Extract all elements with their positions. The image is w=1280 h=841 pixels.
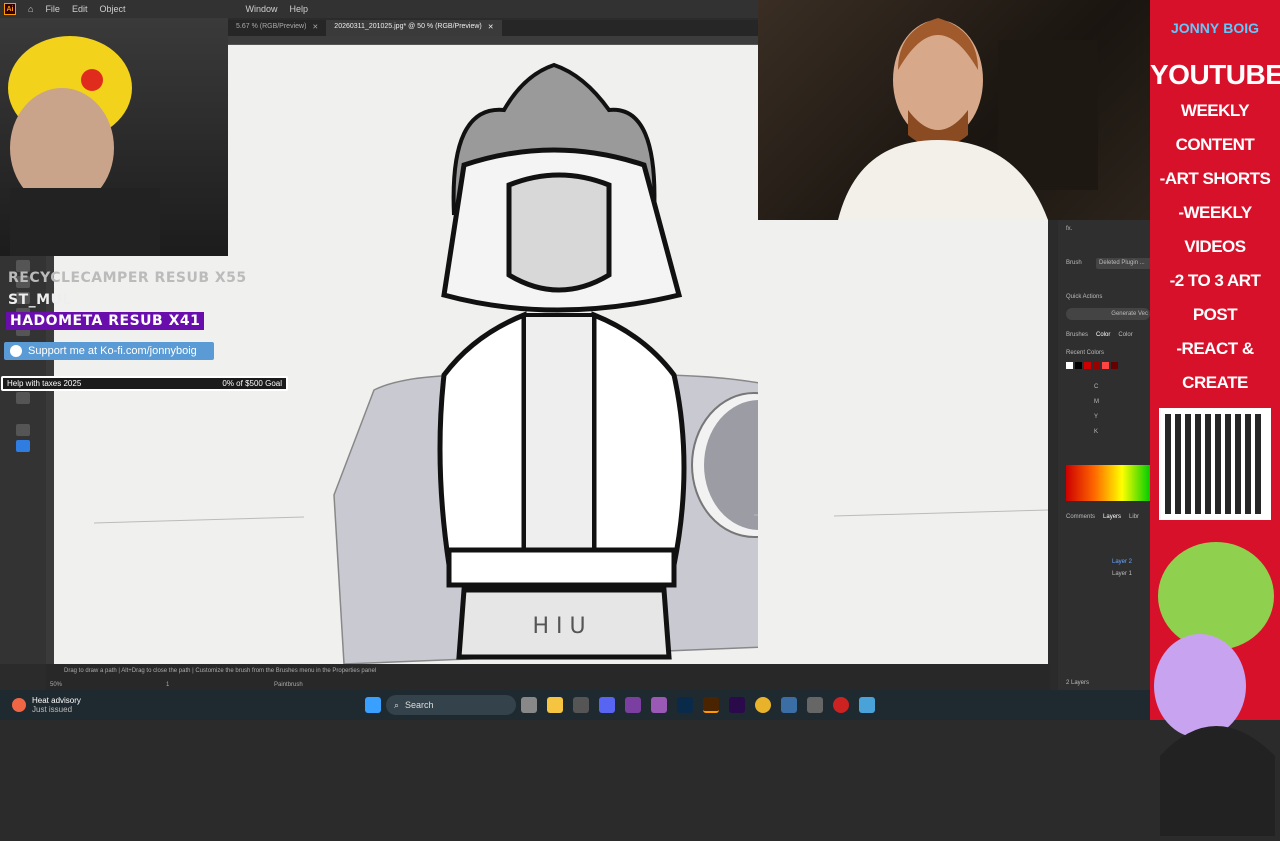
warning-icon (12, 698, 26, 712)
illustrator-logo: Ai (4, 3, 16, 15)
more-tools-icon[interactable] (16, 424, 30, 436)
kofi-cup-icon (10, 345, 22, 357)
layer-count: 2 Layers (1066, 680, 1090, 686)
webcam-image (838, 18, 1098, 220)
weather-subtitle: Just issued (32, 705, 73, 714)
generate-vector-button[interactable]: Generate Vec (1066, 308, 1150, 320)
belt-lettering: H I U (532, 614, 585, 639)
tab-document-2[interactable]: 20260311_201025.jpg* @ 50 % (RGB/Preview… (326, 20, 502, 36)
layer-row[interactable]: Layer 2 (1112, 556, 1132, 568)
obs-icon[interactable] (833, 697, 849, 713)
tab-color-guide[interactable]: Color (1118, 332, 1132, 338)
qr-code (1159, 408, 1271, 520)
app-icon[interactable] (807, 697, 823, 713)
home-icon[interactable]: ⌂ (22, 4, 39, 14)
fx-label: fx. (1066, 226, 1073, 232)
brush-dropdown[interactable]: Deleted Plugin ... (1096, 258, 1152, 269)
recent-colors-label: Recent Colors (1066, 350, 1105, 356)
properties-panel: fx. Brush Deleted Plugin ... Quick Actio… (1058, 220, 1152, 690)
status-hint: Drag to draw a path | Alt+Drag to close … (64, 668, 377, 674)
tab-layers[interactable]: Layers (1103, 514, 1121, 520)
cmyk-m: M (1094, 399, 1099, 405)
search-label: Search (405, 700, 434, 710)
close-icon[interactable]: ✕ (312, 23, 318, 33)
menu-help[interactable]: Help (284, 4, 315, 14)
windows-start-icon[interactable] (365, 697, 381, 713)
app-icon[interactable] (651, 697, 667, 713)
discord-icon[interactable] (599, 697, 615, 713)
tab-color[interactable]: Color (1096, 332, 1110, 338)
artboard-number[interactable]: 1 (166, 682, 169, 688)
illustrator-icon[interactable] (703, 697, 719, 713)
premiere-icon[interactable] (729, 697, 745, 713)
goal-label: Help with taxes 2025 (7, 379, 82, 388)
brand-name-2: BOIG (1223, 20, 1259, 36)
task-view-icon[interactable] (521, 697, 537, 713)
tab-brushes[interactable]: Brushes (1066, 332, 1088, 338)
weather-title: Heat advisory (32, 696, 81, 705)
quick-actions-label: Quick Actions (1066, 294, 1103, 300)
sub-alert-1: RECYCLECAMPER RESUB X55 (8, 270, 247, 286)
close-icon[interactable]: ✕ (488, 23, 494, 33)
banner-line: -WEEKLY VIDEOS (1178, 203, 1252, 256)
cmyk-y: Y (1094, 414, 1099, 420)
document-tabs: 5.67 % (RGB/Preview) ✕ 20260311_201025.j… (228, 20, 758, 36)
banner-line-youtube: YOUTUBE (1150, 59, 1280, 90)
layer-row[interactable]: Layer 1 (1112, 568, 1132, 580)
cmyk-sliders[interactable]: C M Y K (1094, 380, 1099, 440)
chrome-icon[interactable] (755, 697, 771, 713)
webcam-image (8, 36, 160, 256)
file-explorer-icon[interactable] (547, 697, 563, 713)
tab-label: 20260311_201025.jpg* @ 50 % (RGB/Preview… (334, 23, 482, 30)
sub-alert-3: HADOMETA RESUB X41 (6, 312, 205, 330)
current-tool-label: Paintbrush (274, 682, 303, 688)
brand-logo: JONNY BOIG (1150, 0, 1280, 56)
youtube-promo-banner: JONNY BOIG YOUTUBE WEEKLY CONTENT -ART S… (1150, 0, 1280, 836)
banner-line: WEEKLY CONTENT (1175, 101, 1255, 154)
banner-line: -ART SHORTS (1159, 169, 1271, 188)
windows-taskbar: Heat advisory Just issued ⌕ Search (0, 690, 1150, 720)
app-icon[interactable] (625, 697, 641, 713)
horizontal-ruler (228, 36, 758, 45)
menu-window[interactable]: Window (239, 4, 283, 14)
brush-label: Brush (1066, 260, 1082, 266)
zoom-level[interactable]: 50% (50, 682, 62, 688)
photoshop-icon[interactable] (677, 697, 693, 713)
kofi-text: Support me at Ko-fi.com/jonnyboig (28, 345, 197, 357)
brand-name-1: JONNY (1170, 20, 1220, 36)
search-icon: ⌕ (394, 699, 400, 710)
webcam-streamer-2 (758, 0, 1150, 220)
kofi-banner: Support me at Ko-fi.com/jonnyboig (4, 342, 214, 360)
tab-label: 5.67 % (RGB/Preview) (236, 23, 307, 30)
search-bar[interactable]: ⌕ Search (386, 695, 516, 715)
status-bar: Drag to draw a path | Alt+Drag to close … (46, 664, 1050, 690)
app-icon[interactable] (573, 697, 589, 713)
tab-libraries[interactable]: Libr (1129, 514, 1139, 520)
menu-file[interactable]: File (39, 4, 66, 14)
app-icon[interactable] (859, 697, 875, 713)
goal-bar: Help with taxes 2025 0% of $500 Goal (1, 376, 288, 391)
canvas-area-right[interactable] (758, 220, 1049, 664)
tab-comments[interactable]: Comments (1066, 514, 1095, 520)
app-icon[interactable] (781, 697, 797, 713)
banner-line: -2 TO 3 ART POST (1169, 271, 1261, 324)
recent-colors-swatches[interactable] (1066, 362, 1118, 369)
cmyk-c: C (1094, 384, 1099, 390)
menu-bar: Ai ⌂ File Edit Object Window Help (0, 0, 758, 18)
weather-widget[interactable]: Heat advisory Just issued (0, 696, 360, 714)
tab-document-1[interactable]: 5.67 % (RGB/Preview) ✕ (228, 20, 326, 36)
paintbrush-tool[interactable] (16, 440, 30, 452)
cmyk-k: K (1094, 429, 1099, 435)
screen-mode-tool[interactable] (16, 392, 30, 404)
webcam-streamer-1 (0, 18, 228, 256)
menu-object[interactable]: Object (93, 4, 131, 14)
mascot-illustration (1154, 542, 1275, 836)
goal-value: 0% of $500 Goal (222, 379, 282, 388)
menu-edit[interactable]: Edit (66, 4, 94, 14)
color-spectrum[interactable] (1066, 465, 1150, 501)
sub-alert-2: ST_MUL (8, 292, 72, 308)
banner-line: -REACT & CREATE (1176, 339, 1254, 392)
canvas-guide (833, 509, 1049, 517)
